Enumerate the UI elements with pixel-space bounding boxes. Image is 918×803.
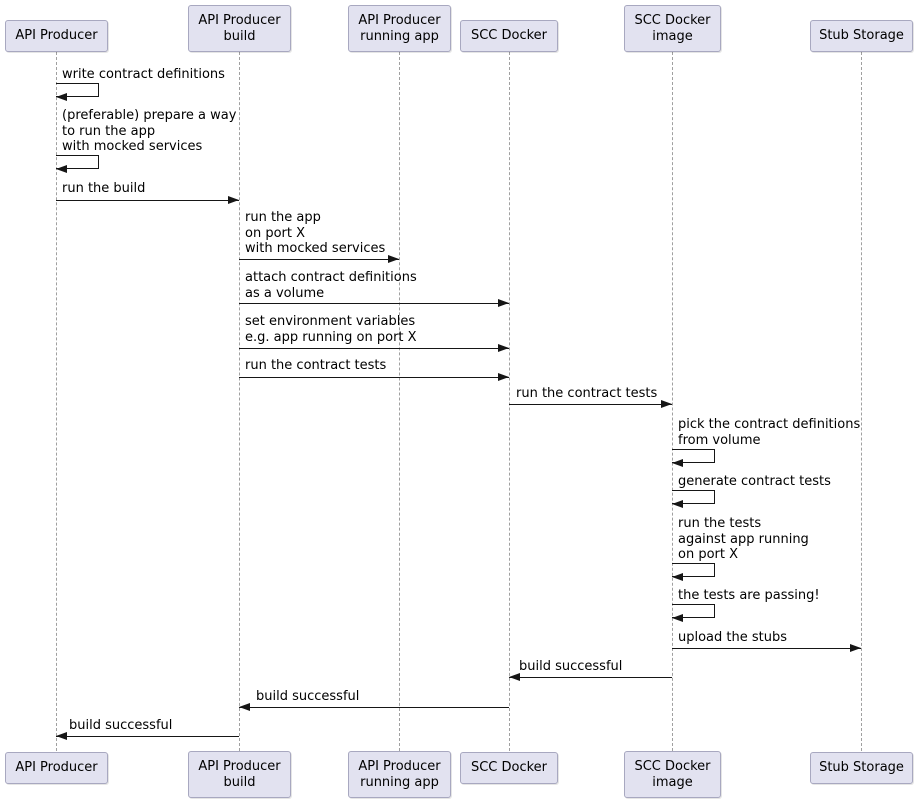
participant-bottom-producer[interactable]: API Producer [5, 752, 108, 784]
arrow-head-left-icon [239, 703, 250, 711]
message-label-m11: run the tests against app running on por… [678, 516, 809, 562]
lifeline-stubstorage [861, 52, 862, 751]
participant-bottom-sccimage[interactable]: SCC Docker image [624, 751, 721, 798]
participant-top-build[interactable]: API Producer build [188, 5, 291, 52]
message-line-m14[interactable] [509, 677, 672, 678]
arrow-head-left-icon [672, 573, 683, 581]
participant-top-sccimage[interactable]: SCC Docker image [624, 5, 721, 52]
message-line-m15[interactable] [239, 707, 509, 708]
participant-bottom-runningapp[interactable]: API Producer running app [348, 751, 451, 798]
message-label-m6: set environment variables e.g. app runni… [245, 314, 417, 345]
arrow-head-left-icon [672, 459, 683, 467]
participant-label: SCC Docker [470, 28, 548, 43]
arrow-head-left-icon [56, 93, 67, 101]
message-label-m12: the tests are passing! [678, 588, 820, 603]
arrow-head-right-icon [388, 255, 399, 263]
participant-bottom-build[interactable]: API Producer build [188, 751, 291, 798]
participant-top-runningapp[interactable]: API Producer running app [348, 5, 451, 52]
message-label-m5: attach contract definitions as a volume [245, 270, 417, 301]
participant-label: SCC Docker image [634, 12, 711, 44]
participant-label: SCC Docker image [634, 758, 711, 790]
arrow-head-left-icon [672, 614, 683, 622]
arrow-head-left-icon [56, 165, 67, 173]
participant-label: API Producer build [198, 758, 281, 790]
participant-label: API Producer [15, 28, 98, 43]
message-label-m15: build successful [256, 689, 360, 704]
participant-top-stubstorage[interactable]: Stub Storage [810, 20, 913, 52]
message-line-m3[interactable] [56, 200, 239, 201]
sequence-diagram-canvas: API Producer API Producer build API Produc… [0, 0, 918, 803]
arrow-head-left-icon [56, 732, 67, 740]
lifeline-sccdocker [509, 52, 510, 751]
lifeline-runningapp [399, 52, 400, 751]
message-line-m7[interactable] [239, 377, 509, 378]
lifeline-build [239, 52, 240, 751]
participant-label: API Producer running app [358, 12, 441, 44]
participant-label: Stub Storage [819, 760, 904, 775]
message-label-m16: build successful [69, 718, 173, 733]
message-line-m4[interactable] [239, 259, 399, 260]
arrow-head-right-icon [498, 299, 509, 307]
participant-bottom-sccdocker[interactable]: SCC Docker [460, 752, 558, 784]
message-label-m3: run the build [62, 181, 146, 196]
message-label-m4: run the app on port X with mocked servic… [245, 210, 386, 256]
arrow-head-left-icon [672, 500, 683, 508]
arrow-head-right-icon [498, 344, 509, 352]
message-line-m13[interactable] [672, 648, 861, 649]
message-label-m9: pick the contract definitions from volum… [678, 417, 861, 448]
arrow-head-left-icon [509, 673, 520, 681]
message-line-m8[interactable] [509, 404, 672, 405]
participant-label: SCC Docker [470, 760, 548, 775]
message-line-m6[interactable] [239, 348, 509, 349]
message-label-m2: (preferable) prepare a way to run the ap… [62, 108, 237, 154]
participant-label: API Producer running app [358, 758, 441, 790]
message-label-m1: write contract definitions [62, 67, 225, 82]
participant-label: API Producer [15, 760, 98, 775]
arrow-head-right-icon [498, 373, 509, 381]
arrow-head-right-icon [228, 196, 239, 204]
message-label-m8: run the contract tests [516, 386, 658, 401]
message-line-m5[interactable] [239, 303, 509, 304]
arrow-head-right-icon [850, 644, 861, 652]
message-label-m10: generate contract tests [678, 474, 831, 489]
message-line-m16[interactable] [56, 736, 239, 737]
message-label-m13: upload the stubs [678, 630, 788, 645]
participant-label: Stub Storage [819, 28, 904, 43]
message-label-m7: run the contract tests [245, 358, 387, 373]
message-label-m14: build successful [519, 659, 623, 674]
participant-top-producer[interactable]: API Producer [5, 20, 108, 52]
participant-bottom-stubstorage[interactable]: Stub Storage [810, 752, 913, 784]
participant-label: API Producer build [198, 12, 281, 44]
arrow-head-right-icon [661, 400, 672, 408]
lifeline-sccimage [672, 52, 673, 751]
participant-top-sccdocker[interactable]: SCC Docker [460, 20, 558, 52]
